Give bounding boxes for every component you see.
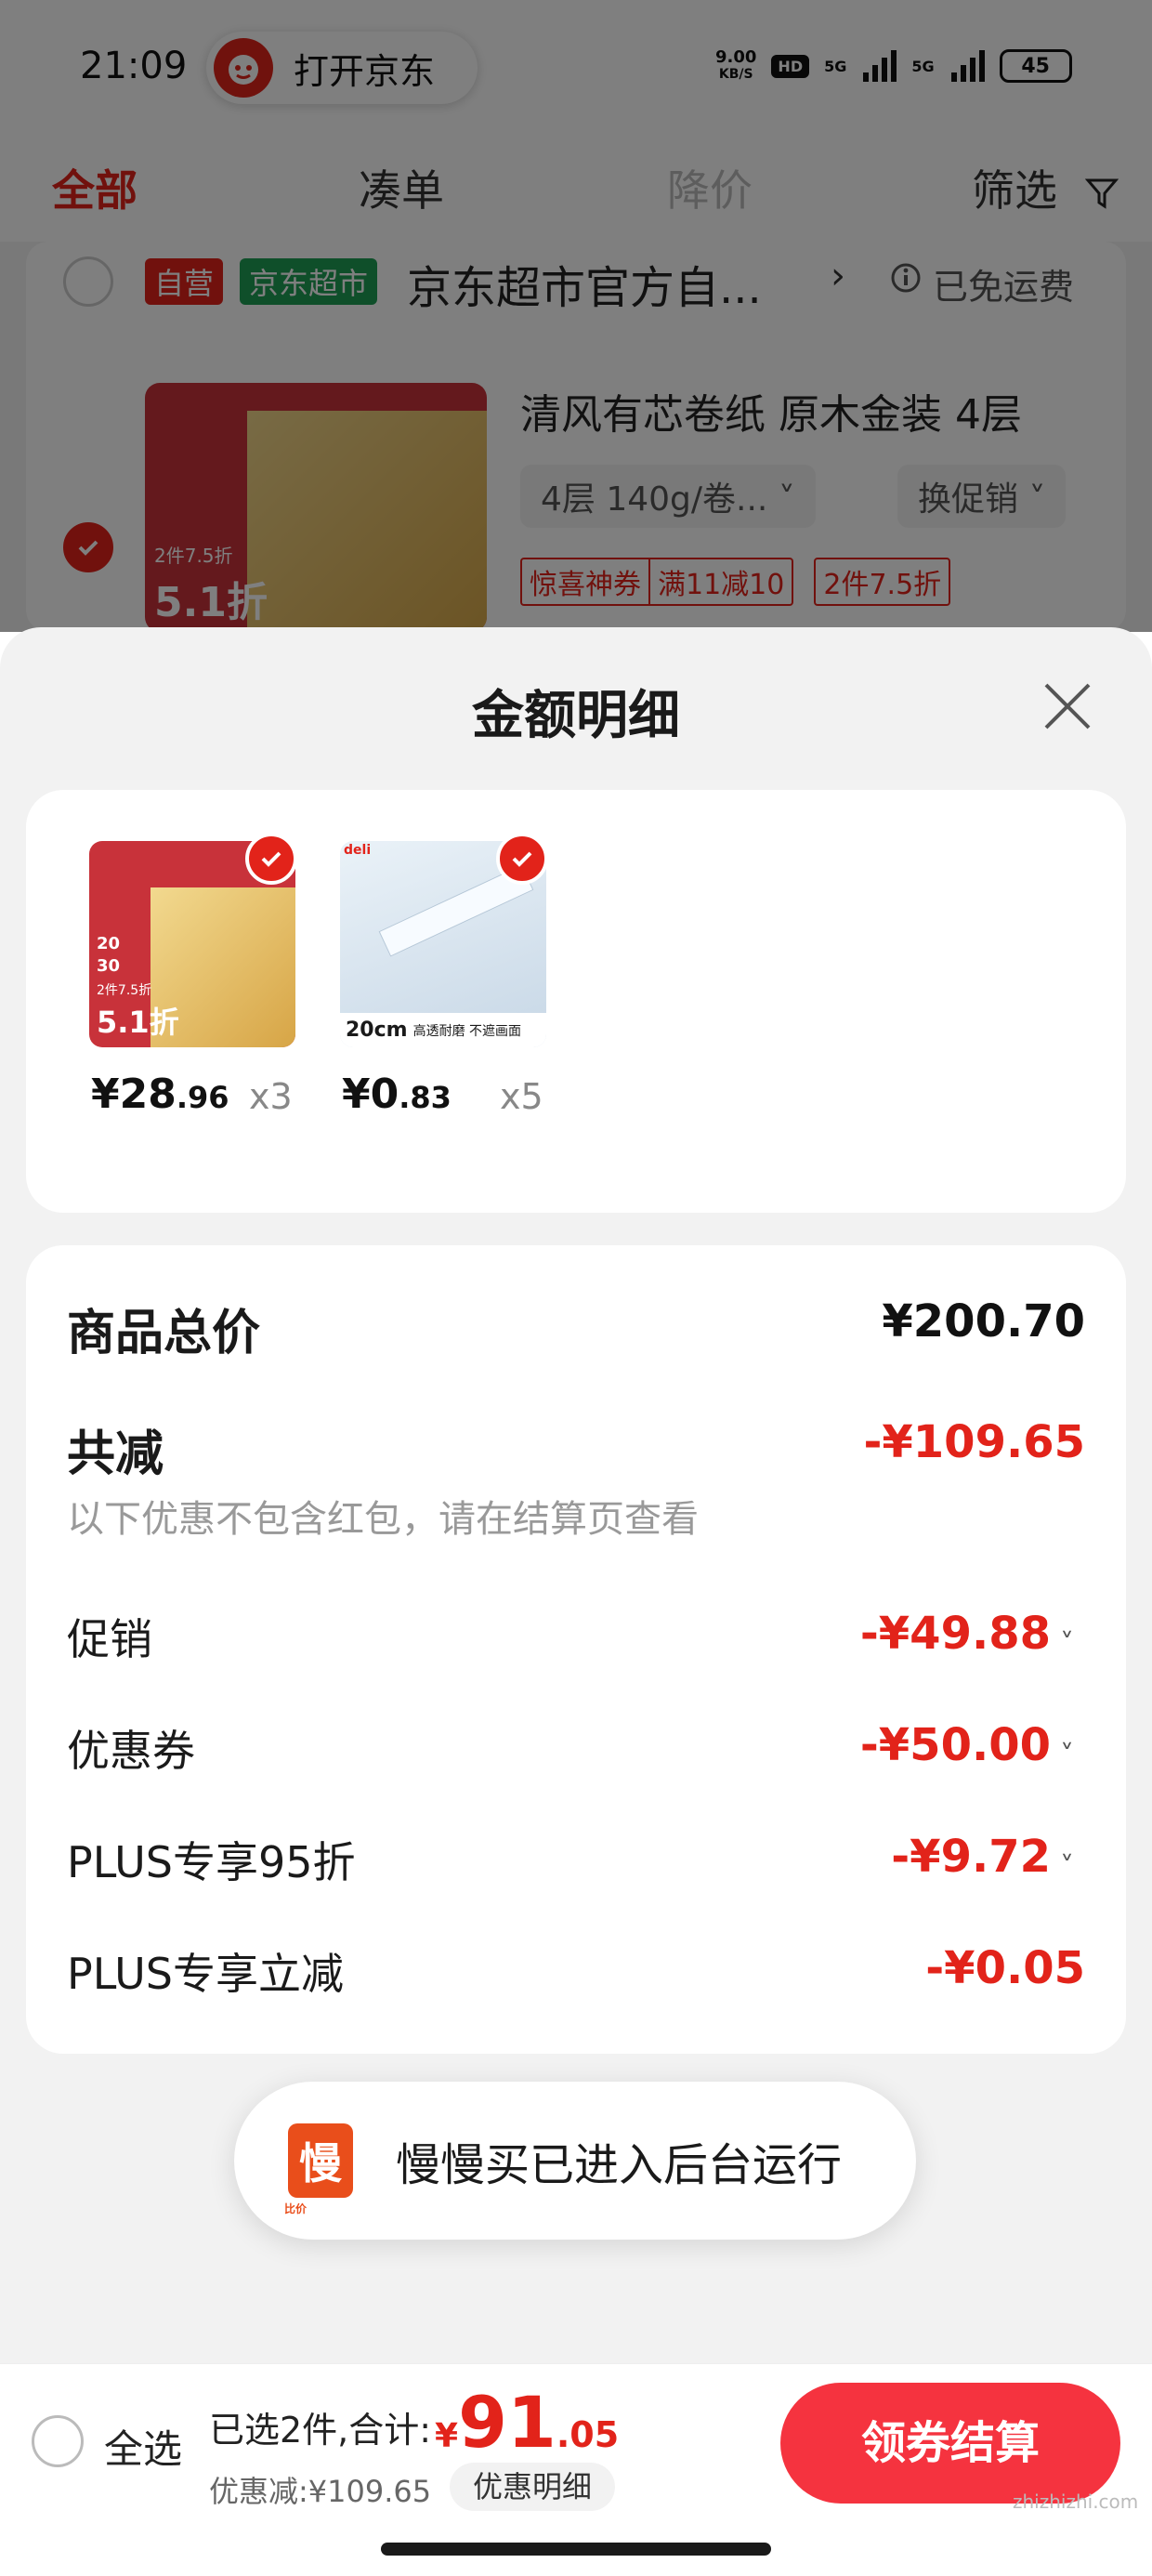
amount-detail-sheet: 金额明细 20 30 2件7.5折 5.1折 ¥28.96 x3 deli 20… <box>0 627 1152 2365</box>
home-indicator[interactable] <box>381 2543 771 2556</box>
discount-note: 以下优惠不包含红包，请在结算页查看 <box>67 1498 699 1541</box>
promo-value: -¥49.88 <box>859 1608 1051 1660</box>
watermark: zhizhizhi.com <box>1013 2491 1139 2513</box>
chevron-down-icon: ˅ <box>1060 1851 1074 1884</box>
dim-overlay[interactable] <box>0 0 1152 632</box>
total-reduce-label: 共减 <box>67 1426 164 1482</box>
select-all-label[interactable]: 全选 <box>104 2418 182 2475</box>
coupon-label: 优惠券 <box>67 1726 195 1776</box>
total-amount: ¥91.05 <box>435 2381 620 2464</box>
item-price: ¥28.96 <box>91 1071 229 1118</box>
chevron-down-icon: ˅ <box>1060 1740 1074 1772</box>
total-price-label: 商品总价 <box>67 1306 261 1361</box>
discount-amount: 优惠减:¥109.65 <box>209 2474 432 2509</box>
select-all-radio[interactable] <box>32 2415 84 2467</box>
plus-discount-label: PLUS专享95折 <box>67 1837 356 1887</box>
coupon-row[interactable]: -¥50.00 ˅ <box>860 1719 1074 1772</box>
selected-count-text: 已选2件,合计: <box>209 2410 432 2451</box>
toast-message: 慢慢买已进入后台运行 <box>396 2139 843 2191</box>
checkout-bar: 全选 已选2件,合计: ¥91.05 优惠减:¥109.65 优惠明细 领券结算 <box>0 2363 1152 2576</box>
coupon-value: -¥50.00 <box>859 1719 1051 1771</box>
close-icon[interactable] <box>1041 679 1094 733</box>
plus-discount-row[interactable]: -¥9.72 ˅ <box>891 1831 1074 1884</box>
chevron-down-icon: ˅ <box>1060 1628 1074 1661</box>
discount-detail-button[interactable]: 优惠明细 <box>450 2463 615 2511</box>
plus-discount-value: -¥9.72 <box>891 1831 1051 1883</box>
promo-row[interactable]: -¥49.88 ˅ <box>860 1608 1074 1661</box>
total-reduce-value: -¥109.65 <box>863 1416 1085 1468</box>
plus-reduce-label: PLUS专享立减 <box>67 1949 344 1999</box>
plus-reduce-value: -¥0.05 <box>925 1942 1085 1994</box>
total-price-value: ¥200.70 <box>882 1295 1085 1347</box>
checkout-button[interactable]: 领券结算 <box>780 2383 1120 2504</box>
item-checked-icon[interactable] <box>496 833 548 885</box>
sheet-title: 金额明细 <box>472 686 680 746</box>
item-quantity: x3 <box>249 1076 293 1117</box>
background-running-toast: 慢比价 慢慢买已进入后台运行 <box>234 2082 916 2240</box>
item-quantity: x5 <box>500 1076 543 1117</box>
price-summary-card: 商品总价 ¥200.70 共减 -¥109.65 以下优惠不包含红包，请在结算页… <box>26 1245 1126 2054</box>
item-price: ¥0.83 <box>342 1071 452 1118</box>
item-checked-icon[interactable] <box>245 833 297 885</box>
selected-items-card: 20 30 2件7.5折 5.1折 ¥28.96 x3 deli 20cm 高透… <box>26 790 1126 1213</box>
promo-label: 促销 <box>67 1614 152 1664</box>
manmanmai-app-icon: 慢比价 <box>284 2123 353 2215</box>
